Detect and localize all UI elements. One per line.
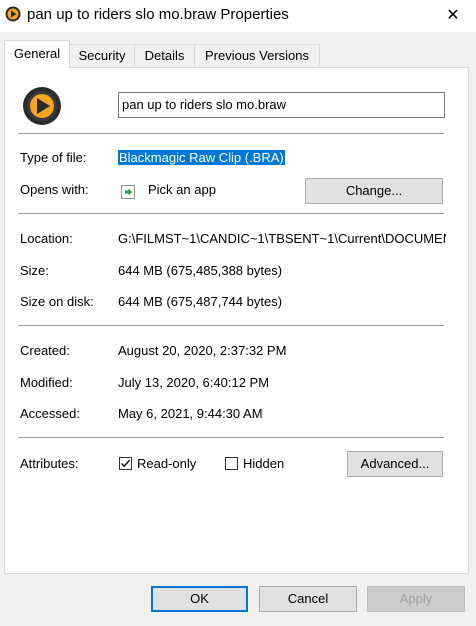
braw-file-large-icon bbox=[23, 87, 61, 125]
attributes-label: Attributes: bbox=[20, 456, 79, 471]
tab-bar: General Security Details Previous Versio… bbox=[0, 40, 476, 68]
hidden-label[interactable]: Hidden bbox=[243, 456, 284, 471]
accessed-value: May 6, 2021, 9:44:30 AM bbox=[118, 406, 263, 421]
general-panel: pan up to riders slo mo.braw Type of fil… bbox=[4, 67, 469, 574]
title-bar: pan up to riders slo mo.braw Properties … bbox=[0, 0, 476, 32]
size-value: 644 MB (675,485,388 bytes) bbox=[118, 263, 283, 278]
modified-value: July 13, 2020, 6:40:12 PM bbox=[118, 375, 270, 390]
close-icon: ✕ bbox=[446, 7, 460, 24]
divider bbox=[18, 213, 444, 214]
opens-with-value: Pick an app bbox=[148, 182, 216, 197]
opens-with-label: Opens with: bbox=[20, 182, 89, 197]
advanced-button[interactable]: Advanced... bbox=[347, 451, 443, 477]
location-label: Location: bbox=[20, 231, 73, 246]
created-label: Created: bbox=[20, 343, 70, 358]
tab-general[interactable]: General bbox=[4, 40, 70, 68]
tab-security[interactable]: Security bbox=[69, 44, 135, 66]
ok-button[interactable]: OK bbox=[151, 586, 248, 612]
modified-label: Modified: bbox=[20, 375, 73, 390]
readonly-checkbox[interactable] bbox=[119, 457, 132, 470]
readonly-label[interactable]: Read-only bbox=[137, 456, 196, 471]
tab-previous-versions[interactable]: Previous Versions bbox=[194, 44, 320, 66]
type-of-file-value[interactable]: Blackmagic Raw Clip (.BRA) bbox=[118, 150, 285, 165]
checkmark-icon bbox=[121, 459, 131, 468]
size-on-disk-value: 644 MB (675,487,744 bytes) bbox=[118, 294, 283, 309]
properties-window: pan up to riders slo mo.braw Properties … bbox=[0, 0, 476, 626]
size-label: Size: bbox=[20, 263, 49, 278]
divider bbox=[18, 437, 444, 438]
divider bbox=[18, 325, 444, 326]
pick-app-icon bbox=[121, 185, 135, 199]
hidden-checkbox[interactable] bbox=[225, 457, 238, 470]
close-button[interactable]: ✕ bbox=[430, 0, 476, 30]
created-value: August 20, 2020, 2:37:32 PM bbox=[118, 343, 287, 358]
type-of-file-value-wrap: Blackmagic Raw Clip (.BRA) bbox=[118, 150, 285, 165]
accessed-label: Accessed: bbox=[20, 406, 80, 421]
divider bbox=[18, 133, 444, 134]
type-of-file-label: Type of file: bbox=[20, 150, 87, 165]
window-title: pan up to riders slo mo.braw Properties bbox=[27, 6, 289, 23]
tab-details[interactable]: Details bbox=[134, 44, 195, 66]
size-on-disk-label: Size on disk: bbox=[20, 294, 94, 309]
cancel-button[interactable]: Cancel bbox=[259, 586, 357, 612]
location-value: G:\FILMST~1\CANDIC~1\TBSENT~1\Current\DO… bbox=[118, 231, 446, 246]
apply-button[interactable]: Apply bbox=[367, 586, 465, 612]
braw-file-icon bbox=[5, 6, 21, 22]
file-name-input[interactable]: pan up to riders slo mo.braw bbox=[118, 92, 445, 118]
change-button[interactable]: Change... bbox=[305, 178, 443, 204]
